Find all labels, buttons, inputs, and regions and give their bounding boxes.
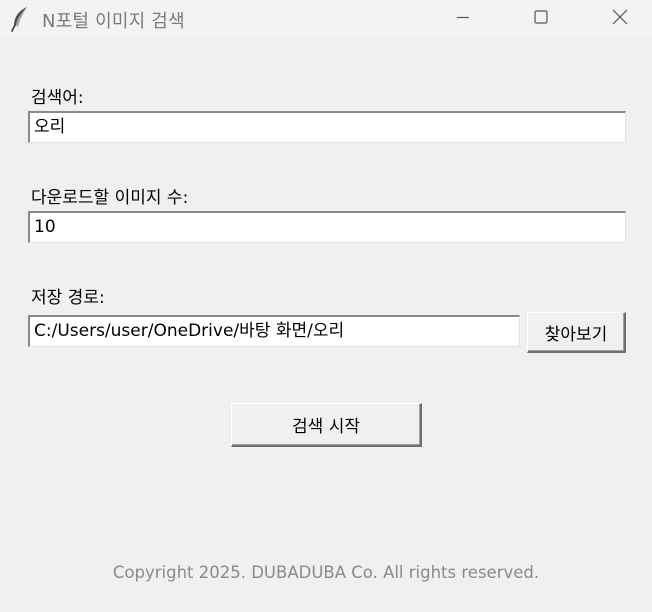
title-bar[interactable]: N포털 이미지 검색 <box>0 0 652 38</box>
save-path-label: 저장 경로: <box>31 288 105 308</box>
window-title: N포털 이미지 검색 <box>42 11 185 32</box>
browse-button[interactable]: 찾아보기 <box>527 312 626 353</box>
close-button[interactable] <box>590 0 650 38</box>
maximize-button[interactable] <box>511 0 571 38</box>
start-search-button[interactable]: 검색 시작 <box>231 403 422 447</box>
maximize-icon <box>533 9 549 29</box>
keyword-input[interactable]: 오리 <box>28 111 626 143</box>
close-icon <box>611 8 629 30</box>
minimize-icon <box>455 9 471 29</box>
keyword-label: 검색어: <box>31 88 84 108</box>
image-count-input[interactable]: 10 <box>28 211 626 243</box>
copyright-footer: Copyright 2025. DUBADUBA Co. All rights … <box>112 563 540 582</box>
save-path-input[interactable]: C:/Users/user/OneDrive/바탕 화면/오리 <box>28 315 520 347</box>
image-count-label: 다운로드할 이미지 수: <box>31 188 189 208</box>
feather-icon <box>10 6 32 32</box>
minimize-button[interactable] <box>433 0 493 38</box>
